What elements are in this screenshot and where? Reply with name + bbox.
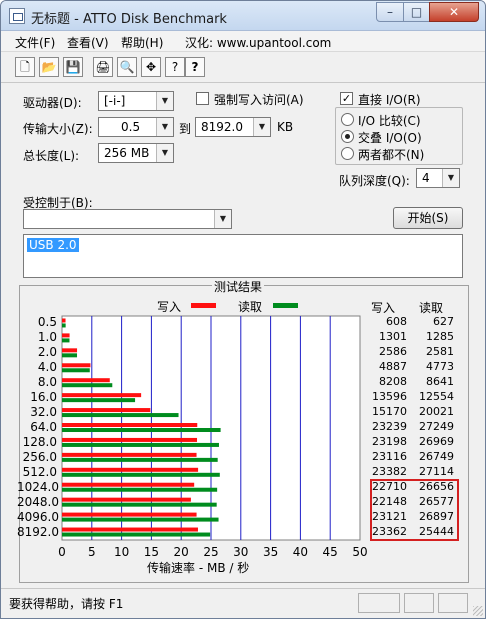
status-help-text: 要获得帮助，请按 F1 (9, 597, 124, 611)
status-pane-2 (404, 593, 434, 613)
resize-grip[interactable] (473, 606, 483, 616)
x-tick-label: 25 (203, 545, 219, 559)
write-bar (62, 408, 151, 413)
x-tick-label: 40 (292, 545, 309, 559)
write-value: 15170 (372, 405, 407, 419)
write-bar (62, 482, 195, 487)
transfer-size-row-label: 32.0 (30, 405, 57, 420)
read-bar (62, 517, 219, 522)
write-bar (62, 467, 199, 472)
transfer-size-row-label: 2.0 (37, 345, 57, 360)
read-bar (62, 323, 66, 328)
read-value: 26749 (419, 449, 454, 463)
x-tick-label: 15 (143, 545, 160, 559)
transfer-size-row-label: 512.0 (22, 464, 57, 479)
transfer-size-row-label: 4096.0 (17, 509, 59, 524)
x-tick-label: 50 (352, 545, 368, 559)
write-value: 23382 (372, 464, 407, 478)
write-bar (62, 437, 198, 442)
status-bar: 要获得帮助，请按 F1 (1, 588, 485, 618)
read-bar (62, 428, 221, 432)
read-bar (62, 338, 70, 343)
write-bar (62, 527, 198, 532)
read-bar (62, 502, 217, 507)
transfer-size-row-label: 1.0 (37, 330, 57, 345)
highlight-box (370, 479, 459, 541)
write-value: 608 (386, 315, 407, 329)
read-bar (62, 383, 113, 388)
write-bar (62, 423, 198, 427)
x-tick-label: 0 (58, 545, 66, 559)
app-window: 无标题 - ATTO Disk Benchmark – □ ✕ 文件(F) 查看… (0, 0, 486, 619)
x-axis-label: 传输速率 - MB / 秒 (147, 561, 250, 575)
write-bar (62, 497, 191, 502)
write-value: 8208 (379, 375, 407, 389)
read-bar (62, 487, 218, 492)
transfer-size-row-label: 256.0 (22, 449, 57, 464)
read-value: 2581 (426, 345, 454, 359)
status-pane-3 (438, 593, 468, 613)
read-bar (62, 442, 219, 447)
write-value: 23198 (372, 434, 407, 448)
read-bar (62, 353, 78, 358)
read-value: 627 (433, 315, 454, 329)
read-value: 27114 (419, 464, 454, 478)
transfer-size-row-label: 2048.0 (17, 494, 59, 509)
read-bar (62, 457, 218, 462)
write-bar (62, 452, 197, 457)
transfer-size-row-label: 8192.0 (17, 524, 59, 539)
write-value: 23239 (372, 420, 407, 433)
write-bar (62, 333, 70, 338)
x-tick-label: 5 (87, 545, 96, 559)
write-value: 4887 (379, 360, 407, 374)
write-value: 1301 (379, 330, 407, 344)
write-bar (62, 318, 66, 323)
write-value: 2586 (379, 345, 407, 359)
write-value: 13596 (372, 390, 407, 404)
read-bar (62, 413, 179, 418)
read-value: 12554 (419, 390, 454, 404)
read-value: 20021 (419, 405, 454, 419)
read-bar (62, 398, 136, 403)
write-value: 23116 (372, 449, 407, 463)
write-bar (62, 393, 142, 398)
x-tick-label: 10 (113, 545, 130, 559)
transfer-size-row-label: 0.5 (37, 315, 57, 330)
read-bar (62, 472, 220, 477)
transfer-size-row-label: 1024.0 (17, 479, 59, 494)
read-bar (62, 532, 211, 537)
read-value: 26969 (419, 434, 454, 448)
x-tick-label: 30 (233, 545, 249, 559)
x-tick-label: 20 (173, 545, 189, 559)
read-bar (62, 368, 90, 373)
read-value: 8641 (426, 375, 454, 389)
transfer-size-row-label: 128.0 (22, 434, 57, 449)
x-tick-label: 45 (322, 545, 338, 559)
write-bar (62, 348, 78, 353)
read-value: 27249 (419, 420, 454, 433)
transfer-size-row-label: 16.0 (30, 390, 57, 405)
transfer-size-row-label: 8.0 (37, 375, 57, 390)
transfer-size-row-label: 4.0 (37, 360, 57, 375)
write-bar (62, 363, 91, 368)
write-bar (62, 512, 197, 517)
status-pane-1 (358, 593, 400, 613)
x-tick-label: 35 (262, 545, 279, 559)
transfer-size-row-label: 64.0 (30, 420, 57, 434)
read-value: 1285 (426, 330, 454, 344)
read-value: 4773 (426, 360, 454, 374)
write-bar (62, 378, 110, 383)
